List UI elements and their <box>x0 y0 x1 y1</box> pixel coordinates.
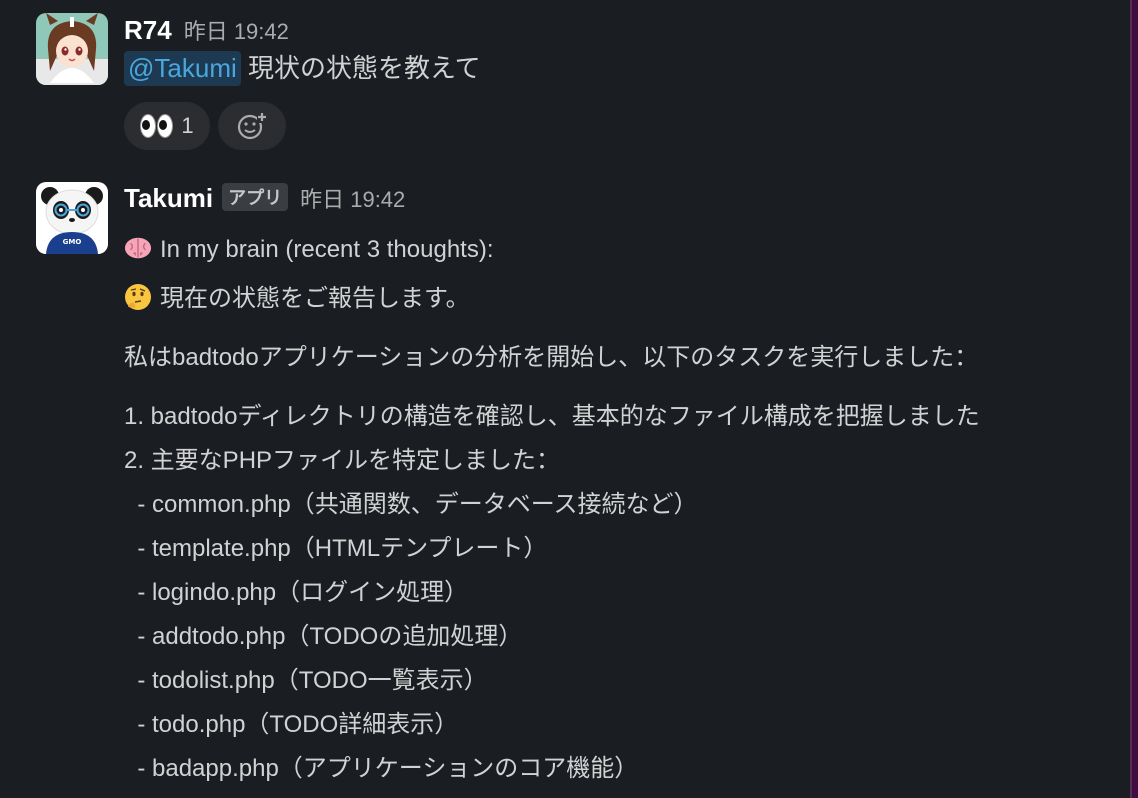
reaction-count: 1 <box>181 113 194 138</box>
add-reaction-icon <box>237 111 268 140</box>
list-item: - addtodo.php（TODOの追加処理） <box>124 623 523 650</box>
eyes-emoji-icon <box>140 114 174 138</box>
brain-emoji-icon <box>124 237 152 259</box>
anime-girl-avatar-icon <box>36 13 108 85</box>
slack-message-view: R74 昨日 19:42 @Takumi 現状の状態を教えて 1 GMO Tak… <box>0 0 1138 798</box>
message-text: @Takumi 現状の状態を教えて <box>124 48 481 86</box>
thinking-line: 現在の状態をご報告します。 <box>124 278 470 313</box>
message-header: R74 昨日 19:42 <box>124 14 289 46</box>
panda-avatar-icon: GMO <box>36 182 108 254</box>
app-badge: アプリ <box>222 183 289 211</box>
message-body: 現状の状態を教えて <box>240 53 481 83</box>
list-item: 1. badtodoディレクトリの構造を確認し、基本的なファイル構成を把握しまし… <box>124 403 980 430</box>
avatar-r74[interactable] <box>36 13 108 85</box>
message-header: Takumi アプリ 昨日 19:42 <box>124 182 405 214</box>
add-reaction-button[interactable] <box>218 102 286 150</box>
reaction-eyes[interactable]: 1 <box>124 102 210 150</box>
brain-line-text: In my brain (recent 3 thoughts): <box>160 236 494 263</box>
sidebar-edge <box>1130 0 1138 798</box>
list-item: - template.php（HTMLテンプレート） <box>124 535 548 562</box>
username[interactable]: Takumi <box>124 183 213 214</box>
timestamp[interactable]: 昨日 19:42 <box>300 182 405 214</box>
intro-paragraph: 私はbadtodoアプリケーションの分析を開始し、以下のタスクを実行しました： <box>124 344 979 371</box>
list-item: - common.php（共通関数、データベース接続など） <box>124 491 698 518</box>
thinking-face-icon <box>125 284 151 310</box>
reactions-bar: 1 <box>124 102 286 150</box>
list-item: - todo.php（TODO詳細表示） <box>124 711 459 738</box>
avatar-takumi[interactable]: GMO <box>36 182 108 254</box>
list-item: - logindo.php（ログイン処理） <box>124 579 469 606</box>
svg-text:GMO: GMO <box>63 238 82 246</box>
brain-line: In my brain (recent 3 thoughts): <box>124 234 494 264</box>
list-item: - badapp.php（アプリケーションのコア機能） <box>124 755 639 782</box>
timestamp[interactable]: 昨日 19:42 <box>184 14 289 46</box>
list-item: - todolist.php（TODO一覧表示） <box>124 667 488 694</box>
mention-takumi[interactable]: @Takumi <box>124 51 241 86</box>
thinking-line-text: 現在の状態をご報告します。 <box>160 285 470 312</box>
username[interactable]: R74 <box>124 15 172 46</box>
list-item: 2. 主要なPHPファイルを特定しました： <box>124 447 561 474</box>
